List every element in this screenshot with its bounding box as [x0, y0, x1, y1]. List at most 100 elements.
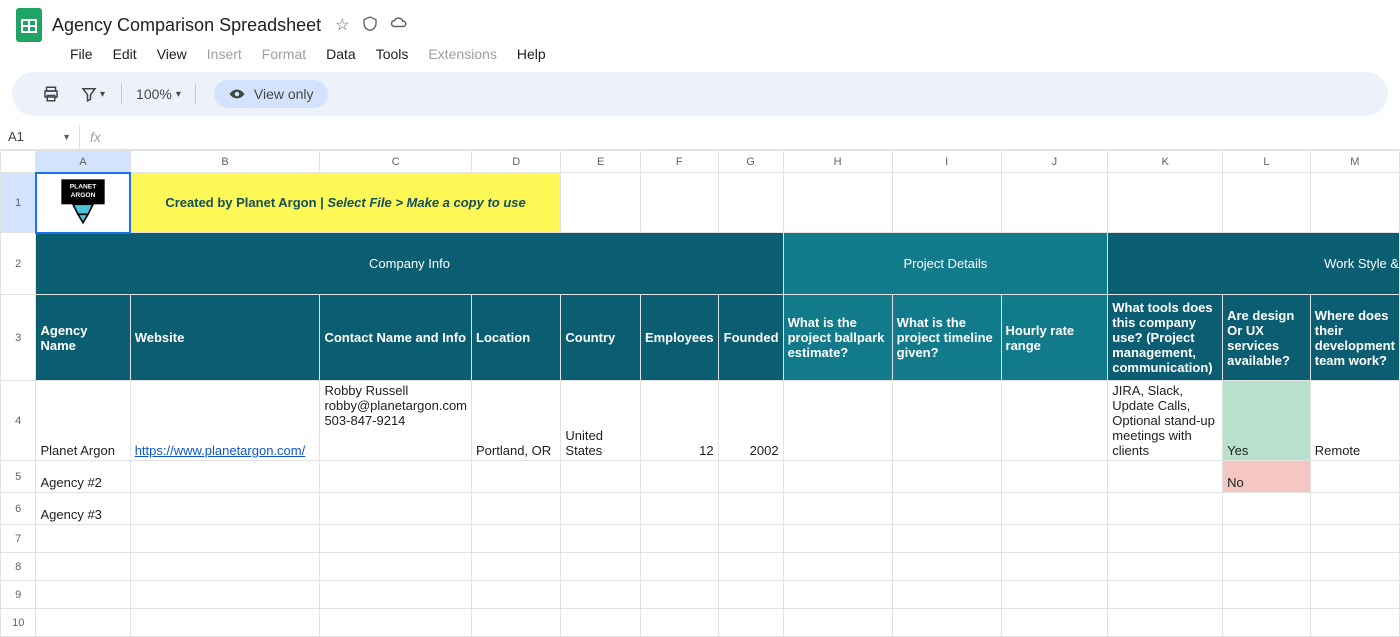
cell[interactable]	[1108, 173, 1223, 233]
menu-data[interactable]: Data	[318, 44, 364, 64]
cell[interactable]: Agency #2	[36, 461, 130, 493]
cell[interactable]	[718, 461, 783, 493]
cell[interactable]	[892, 525, 1001, 553]
cell[interactable]	[561, 609, 641, 637]
cell[interactable]: Founded	[718, 295, 783, 381]
cell[interactable]	[561, 553, 641, 581]
filter-icon[interactable]: ▾	[74, 81, 111, 107]
cell[interactable]: Remote	[1310, 381, 1399, 461]
cell[interactable]	[1310, 493, 1399, 525]
col-header[interactable]: L	[1223, 151, 1311, 173]
cell[interactable]	[472, 461, 561, 493]
cell[interactable]	[783, 581, 892, 609]
cell[interactable]	[561, 581, 641, 609]
cell[interactable]	[472, 493, 561, 525]
cell[interactable]	[130, 609, 320, 637]
cell[interactable]	[718, 553, 783, 581]
select-all-corner[interactable]	[1, 151, 36, 173]
cell[interactable]	[1001, 493, 1108, 525]
row-header[interactable]: 5	[1, 461, 36, 493]
cell[interactable]	[320, 553, 472, 581]
row-header[interactable]: 4	[1, 381, 36, 461]
col-header[interactable]: B	[130, 151, 320, 173]
cell[interactable]	[320, 609, 472, 637]
cell[interactable]	[892, 381, 1001, 461]
cell[interactable]	[640, 461, 718, 493]
cell[interactable]: JIRA, Slack, Update Calls, Optional stan…	[1108, 381, 1223, 461]
view-only-chip[interactable]: View only	[214, 80, 328, 108]
cell[interactable]	[1108, 493, 1223, 525]
menu-view[interactable]: View	[149, 44, 195, 64]
cell[interactable]: Project Details	[783, 233, 1108, 295]
cell[interactable]	[130, 461, 320, 493]
cell[interactable]: Website	[130, 295, 320, 381]
cell[interactable]	[36, 525, 130, 553]
cell[interactable]	[718, 493, 783, 525]
cell[interactable]: 12	[640, 381, 718, 461]
cell[interactable]	[472, 525, 561, 553]
cell[interactable]: United States	[561, 381, 641, 461]
cell[interactable]	[640, 525, 718, 553]
cell[interactable]	[783, 609, 892, 637]
cell[interactable]	[718, 525, 783, 553]
cell[interactable]	[1001, 525, 1108, 553]
row-header[interactable]: 3	[1, 295, 36, 381]
cell[interactable]	[1108, 461, 1223, 493]
cell[interactable]	[1310, 609, 1399, 637]
col-header[interactable]: I	[892, 151, 1001, 173]
cell[interactable]	[1310, 461, 1399, 493]
cell[interactable]	[130, 493, 320, 525]
row-header[interactable]: 7	[1, 525, 36, 553]
cell[interactable]	[718, 173, 783, 233]
spreadsheet-grid[interactable]: A B C D E F G H I J K L M 1 PLANET ARGON…	[0, 150, 1400, 637]
cell[interactable]	[561, 525, 641, 553]
row-header[interactable]: 2	[1, 233, 36, 295]
cell[interactable]	[1001, 581, 1108, 609]
cell[interactable]: Contact Name and Info	[320, 295, 472, 381]
cell[interactable]: Employees	[640, 295, 718, 381]
cell[interactable]	[472, 553, 561, 581]
cell[interactable]: Portland, OR	[472, 381, 561, 461]
menu-insert[interactable]: Insert	[199, 44, 250, 64]
col-header[interactable]: E	[561, 151, 641, 173]
zoom-selector[interactable]: 100%▾	[132, 86, 185, 102]
cell[interactable]	[320, 461, 472, 493]
cell[interactable]	[640, 553, 718, 581]
cell[interactable]	[130, 553, 320, 581]
col-header[interactable]: J	[1001, 151, 1108, 173]
menu-help[interactable]: Help	[509, 44, 554, 64]
cell[interactable]	[718, 609, 783, 637]
cell[interactable]: Work Style &	[1108, 233, 1400, 295]
cell[interactable]	[783, 173, 892, 233]
menu-edit[interactable]: Edit	[105, 44, 145, 64]
menu-format[interactable]: Format	[254, 44, 314, 64]
cell[interactable]	[783, 553, 892, 581]
cell[interactable]	[1223, 581, 1311, 609]
cell[interactable]	[1108, 581, 1223, 609]
col-header[interactable]: G	[718, 151, 783, 173]
formula-bar[interactable]	[111, 124, 1400, 149]
cell[interactable]	[783, 461, 892, 493]
cell[interactable]	[783, 493, 892, 525]
cell[interactable]	[36, 553, 130, 581]
row-header[interactable]: 1	[1, 173, 36, 233]
cell[interactable]	[783, 381, 892, 461]
cell[interactable]: Are design Or UX services available?	[1223, 295, 1311, 381]
cell[interactable]	[718, 581, 783, 609]
cell[interactable]: Planet Argon	[36, 381, 130, 461]
cell[interactable]	[130, 581, 320, 609]
col-header[interactable]: D	[472, 151, 561, 173]
cell[interactable]	[320, 525, 472, 553]
cell[interactable]	[640, 609, 718, 637]
cell[interactable]	[892, 609, 1001, 637]
cell[interactable]	[892, 461, 1001, 493]
cell[interactable]	[783, 525, 892, 553]
cell[interactable]: What is the project ballpark estimate?	[783, 295, 892, 381]
cell[interactable]	[892, 493, 1001, 525]
cell[interactable]	[640, 493, 718, 525]
row-header[interactable]: 6	[1, 493, 36, 525]
cell[interactable]	[1001, 553, 1108, 581]
cloud-icon[interactable]	[390, 15, 408, 36]
cell[interactable]	[130, 525, 320, 553]
cell[interactable]: 2002	[718, 381, 783, 461]
